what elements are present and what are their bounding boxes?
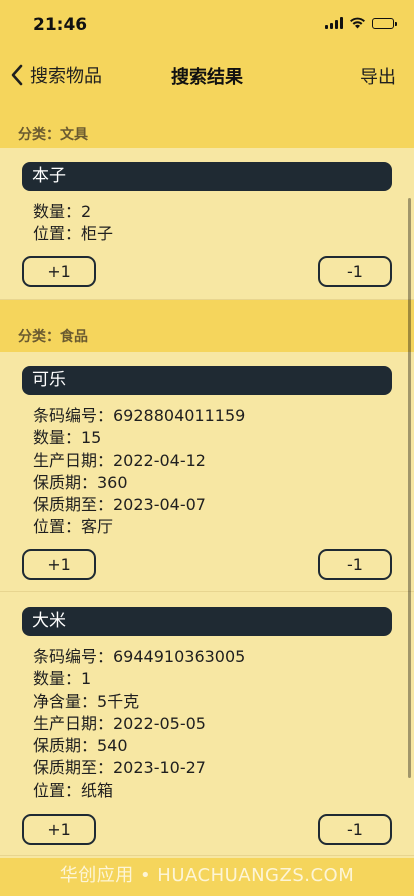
item-field: 保质期至：2023-10-27 [33,758,206,778]
increment-button[interactable]: +1 [22,548,96,580]
section-header-stationery: 分类：文具 [0,98,414,148]
list-item: 大米 条码编号：6944910363005 数量：1 净含量：5千克 生产日期：… [0,592,414,856]
item-buttons: +1 -1 [22,255,392,287]
item-fields: 条码编号：6944910363005 数量：1 净含量：5千克 生产日期：202… [33,646,414,802]
section-header-label: 分类：文具 [18,127,88,143]
section-header-label: 分类：食品 [18,329,88,345]
status-icons [325,17,397,29]
status-bar: 21:46 [0,0,414,52]
list-item: 本子 数量：2 位置：柜子 +1 -1 [0,148,414,300]
watermark: 华创应用 • HUACHUANGZS.COM [0,858,414,896]
item-field: 数量：2 [33,202,92,221]
battery-icon [372,17,397,29]
decrement-button[interactable]: -1 [318,548,392,580]
status-time: 21:46 [33,15,88,35]
item-field: 条码编号：6944910363005 [33,647,246,666]
page-title: 搜索结果 [171,67,243,88]
increment-button[interactable]: +1 [22,814,96,846]
navigation-bar: 搜索物品 搜索结果 导出 [0,52,414,98]
section-header-food: 分类：食品 [0,300,414,352]
item-name: 本子 [22,162,392,191]
item-field: 生产日期：2022-04-12 [33,450,206,470]
item-field: 净含量：5千克 [33,691,140,711]
item-field: 位置：客厅 [33,517,114,537]
export-button[interactable]: 导出 [360,63,396,89]
scrollbar[interactable] [408,198,411,778]
item-field: 保质期至：2023-04-07 [33,495,206,515]
item-field: 位置：柜子 [33,224,114,244]
list-item: 可乐 条码编号：6928804011159 数量：15 生产日期：2022-04… [0,352,414,592]
item-buttons: +1 -1 [22,814,392,846]
item-fields: 条码编号：6928804011159 数量：15 生产日期：2022-04-12… [33,405,414,539]
item-name: 大米 [22,607,392,636]
item-field: 保质期：540 [33,736,128,756]
decrement-button[interactable]: -1 [318,814,392,846]
item-fields: 数量：2 位置：柜子 [33,201,414,246]
item-name: 可乐 [22,366,392,395]
cellular-signal-icon [325,17,343,29]
results-list[interactable]: 分类：文具 本子 数量：2 位置：柜子 +1 -1 分类：食品 可乐 条码编号：… [0,98,414,860]
item-field: 条码编号：6928804011159 [33,406,246,425]
item-field: 位置：纸箱 [33,780,114,800]
decrement-button[interactable]: -1 [318,255,392,287]
item-field: 数量：1 [33,669,92,689]
item-buttons: +1 -1 [22,548,392,580]
item-field: 生产日期：2022-05-05 [33,713,206,733]
item-field: 数量：15 [33,428,102,448]
increment-button[interactable]: +1 [22,255,96,287]
wifi-icon [350,17,365,29]
item-field: 保质期：360 [33,472,128,492]
